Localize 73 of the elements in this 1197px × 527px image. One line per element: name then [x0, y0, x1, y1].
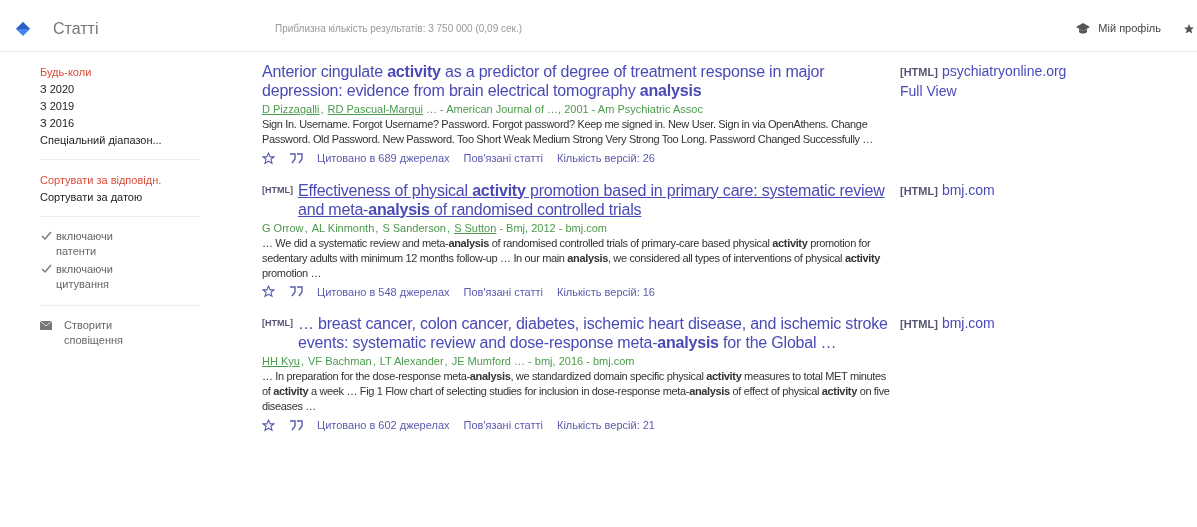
checkbox[interactable] — [40, 229, 52, 242]
graduation-cap-icon — [1076, 22, 1091, 35]
author-name: LT Alexander — [379, 355, 444, 367]
domain: bmj.com — [941, 181, 995, 198]
cited-by-link[interactable]: Цитовано в 602 джерелах — [317, 417, 450, 434]
related-articles-link[interactable]: Пов'язані статті — [463, 283, 543, 300]
versions-link[interactable]: Кількість версій: 26 — [557, 150, 655, 167]
publication-source: … - bmj, 2016 - bmj.com — [513, 355, 635, 367]
envelope-icon — [40, 321, 52, 330]
author-link[interactable]: RD Pascual-Marqui — [327, 103, 423, 115]
my-profile-link[interactable]: Мій профіль — [1098, 20, 1161, 37]
author-separator: , — [447, 221, 452, 234]
filter-link[interactable]: Будь-коли — [40, 64, 92, 81]
domain: psychiatryonline.org — [941, 63, 1067, 79]
filter-link[interactable]: З 2019 — [40, 98, 75, 115]
checkbox-label: включаючи цитування — [56, 262, 114, 292]
checkmark-icon — [40, 263, 52, 274]
related-articles-link[interactable]: Пов'язані статті — [463, 150, 543, 167]
filter-link[interactable]: Сортувати за відповідн. — [40, 172, 162, 189]
html-tag: [HTML] — [262, 317, 293, 329]
checkbox[interactable] — [40, 262, 52, 275]
author-name: VF Bachman — [308, 355, 372, 367]
author-separator: , — [320, 103, 325, 115]
result-snippet: Sign In. Username. Forgot Username? Password. Forgot password? Keep me signed in. New User. Sign in via OpenAthens. Change Password. Old Password. New Password. Too Short Weak Medium Strong Very Strong Too Long. Password Changed Successfully … — [262, 117, 874, 147]
full-text-link[interactable]: [HTML] bmj.com — [900, 314, 995, 334]
author-link[interactable]: HH Kyu — [262, 355, 300, 367]
quote-icon[interactable] — [289, 286, 303, 298]
author-name: S Sanderson — [382, 221, 446, 234]
diamond-logo-icon — [16, 21, 30, 36]
versions-link[interactable]: Кількість версій: 16 — [557, 283, 655, 300]
full-text-link[interactable]: [HTML] bmj.com — [900, 180, 995, 201]
result-title-link[interactable]: Anterior cingulate activity as a predictor of degree of treatment response in major depression: evidence from brain electrical tomography analysis — [262, 62, 890, 100]
filter-link[interactable]: Сортувати за датою — [40, 189, 143, 206]
quote-icon[interactable] — [289, 152, 303, 164]
versions-link[interactable]: Кількість версій: 21 — [557, 417, 655, 434]
author-name: AL Kinmonth — [311, 221, 375, 234]
html-tag: [HTML] — [900, 66, 938, 78]
filter-link[interactable]: З 2016 — [40, 115, 75, 132]
html-tag: [HTML] — [900, 184, 938, 197]
related-articles-link[interactable]: Пов'язані статті — [463, 417, 543, 434]
result-snippet: … In preparation for the dose-response meta-analysis, we standardized domain specific physical activity measures to total MET minutes of activity a week … Fig 1 Flow chart of selecting studies for inclusion in dose-response meta-analysis of effect of physical activity on five diseases … — [262, 369, 890, 414]
result-title-link[interactable]: … breast cancer, colon cancer, diabetes, ischemic heart disease, and ischemic stroke events: systematic review and dose-response meta-analysis for the Global … — [298, 314, 890, 352]
author-link[interactable]: D Pizzagalli — [262, 103, 320, 115]
create-alert-link[interactable]: Створити сповіщення — [64, 318, 134, 348]
result-snippet: … We did a systematic review and meta-analysis of randomised controlled trials of primary-care based physical activity promotion for sedentary adults with minimum 12 months follow-up … In our main analysis, we considered all types of interventions of physical activity promotion … — [262, 235, 881, 281]
author-link[interactable]: S Sutton — [454, 221, 497, 234]
full-view-link[interactable]: Full View — [900, 82, 1067, 101]
result-title-link[interactable]: Effectiveness of physical activity promotion based in primary care: systematic review and meta-analysis of randomised controlled trials — [298, 180, 890, 219]
star-icon[interactable] — [262, 418, 275, 432]
star-icon[interactable] — [262, 285, 275, 299]
author-name: JE Mumford — [451, 355, 511, 367]
full-text-link[interactable]: [HTML] psychiatryonline.org — [900, 62, 1067, 82]
quote-icon[interactable] — [289, 419, 303, 431]
star-icon[interactable] — [262, 151, 275, 165]
results-count: Приблизна кількість результатів: 3 750 000 (0,09 сек.) — [275, 22, 523, 36]
filter-link[interactable]: З 2020 — [40, 81, 75, 98]
domain: bmj.com — [941, 315, 995, 331]
filter-link[interactable]: Спеціальний діапазон... — [40, 132, 162, 149]
author-separator: , — [444, 355, 449, 367]
author-separator: , — [300, 355, 305, 367]
publication-source: … - American Journal of …, 2001 - Am Psychiatric Assoc — [425, 103, 703, 115]
author-separator: , — [372, 355, 377, 367]
html-tag: [HTML] — [262, 183, 293, 196]
publication-source: - Bmj, 2012 - bmj.com — [498, 221, 607, 234]
author-name: G Orrow — [262, 221, 304, 234]
author-separator: , — [304, 221, 309, 234]
page-title: Статті — [53, 18, 100, 39]
author-separator: , — [375, 221, 380, 234]
html-tag: [HTML] — [900, 318, 938, 330]
cited-by-link[interactable]: Цитовано в 689 джерелах — [317, 150, 450, 167]
star-icon[interactable] — [1183, 22, 1195, 35]
checkmark-icon — [40, 230, 52, 241]
cited-by-link[interactable]: Цитовано в 548 джерелах — [317, 283, 450, 300]
